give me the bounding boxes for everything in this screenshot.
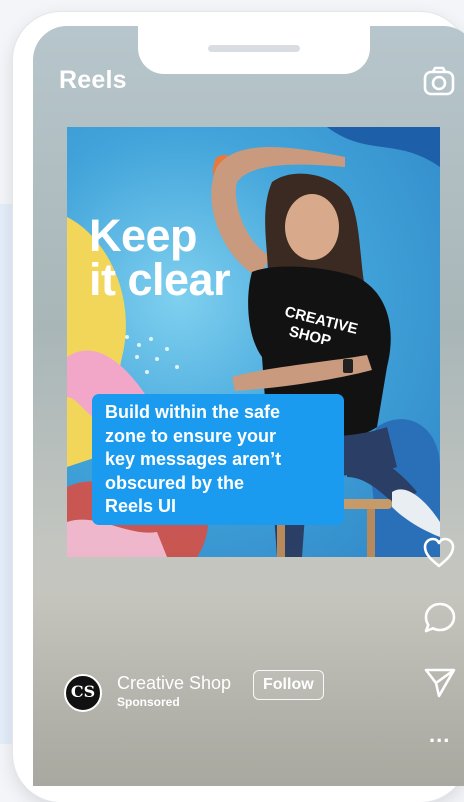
creative-headline: Keep it clear	[89, 210, 231, 305]
more-options-icon[interactable]: ...	[429, 722, 450, 748]
comment-icon[interactable]	[423, 601, 457, 635]
speaker-bar	[208, 45, 300, 52]
safe-zone-callout: Build within the safe zone to ensure you…	[92, 394, 344, 525]
avatar-initials: CS	[70, 682, 96, 701]
heart-icon[interactable]	[422, 536, 456, 570]
account-name[interactable]: Creative Shop	[117, 673, 231, 694]
sponsored-label: Sponsored	[117, 695, 180, 709]
phone-frame: CREATIVE SHOP Reels Keep it clear Build …	[13, 12, 464, 802]
reel-screen[interactable]: CREATIVE SHOP Reels Keep it clear Build …	[33, 26, 464, 786]
send-icon[interactable]	[423, 666, 457, 700]
phone-notch	[138, 26, 370, 74]
avatar[interactable]: CS	[64, 674, 102, 712]
follow-button[interactable]: Follow	[253, 670, 324, 700]
bottom-shade	[33, 546, 464, 786]
reels-title: Reels	[59, 66, 127, 94]
camera-icon[interactable]	[423, 66, 455, 96]
